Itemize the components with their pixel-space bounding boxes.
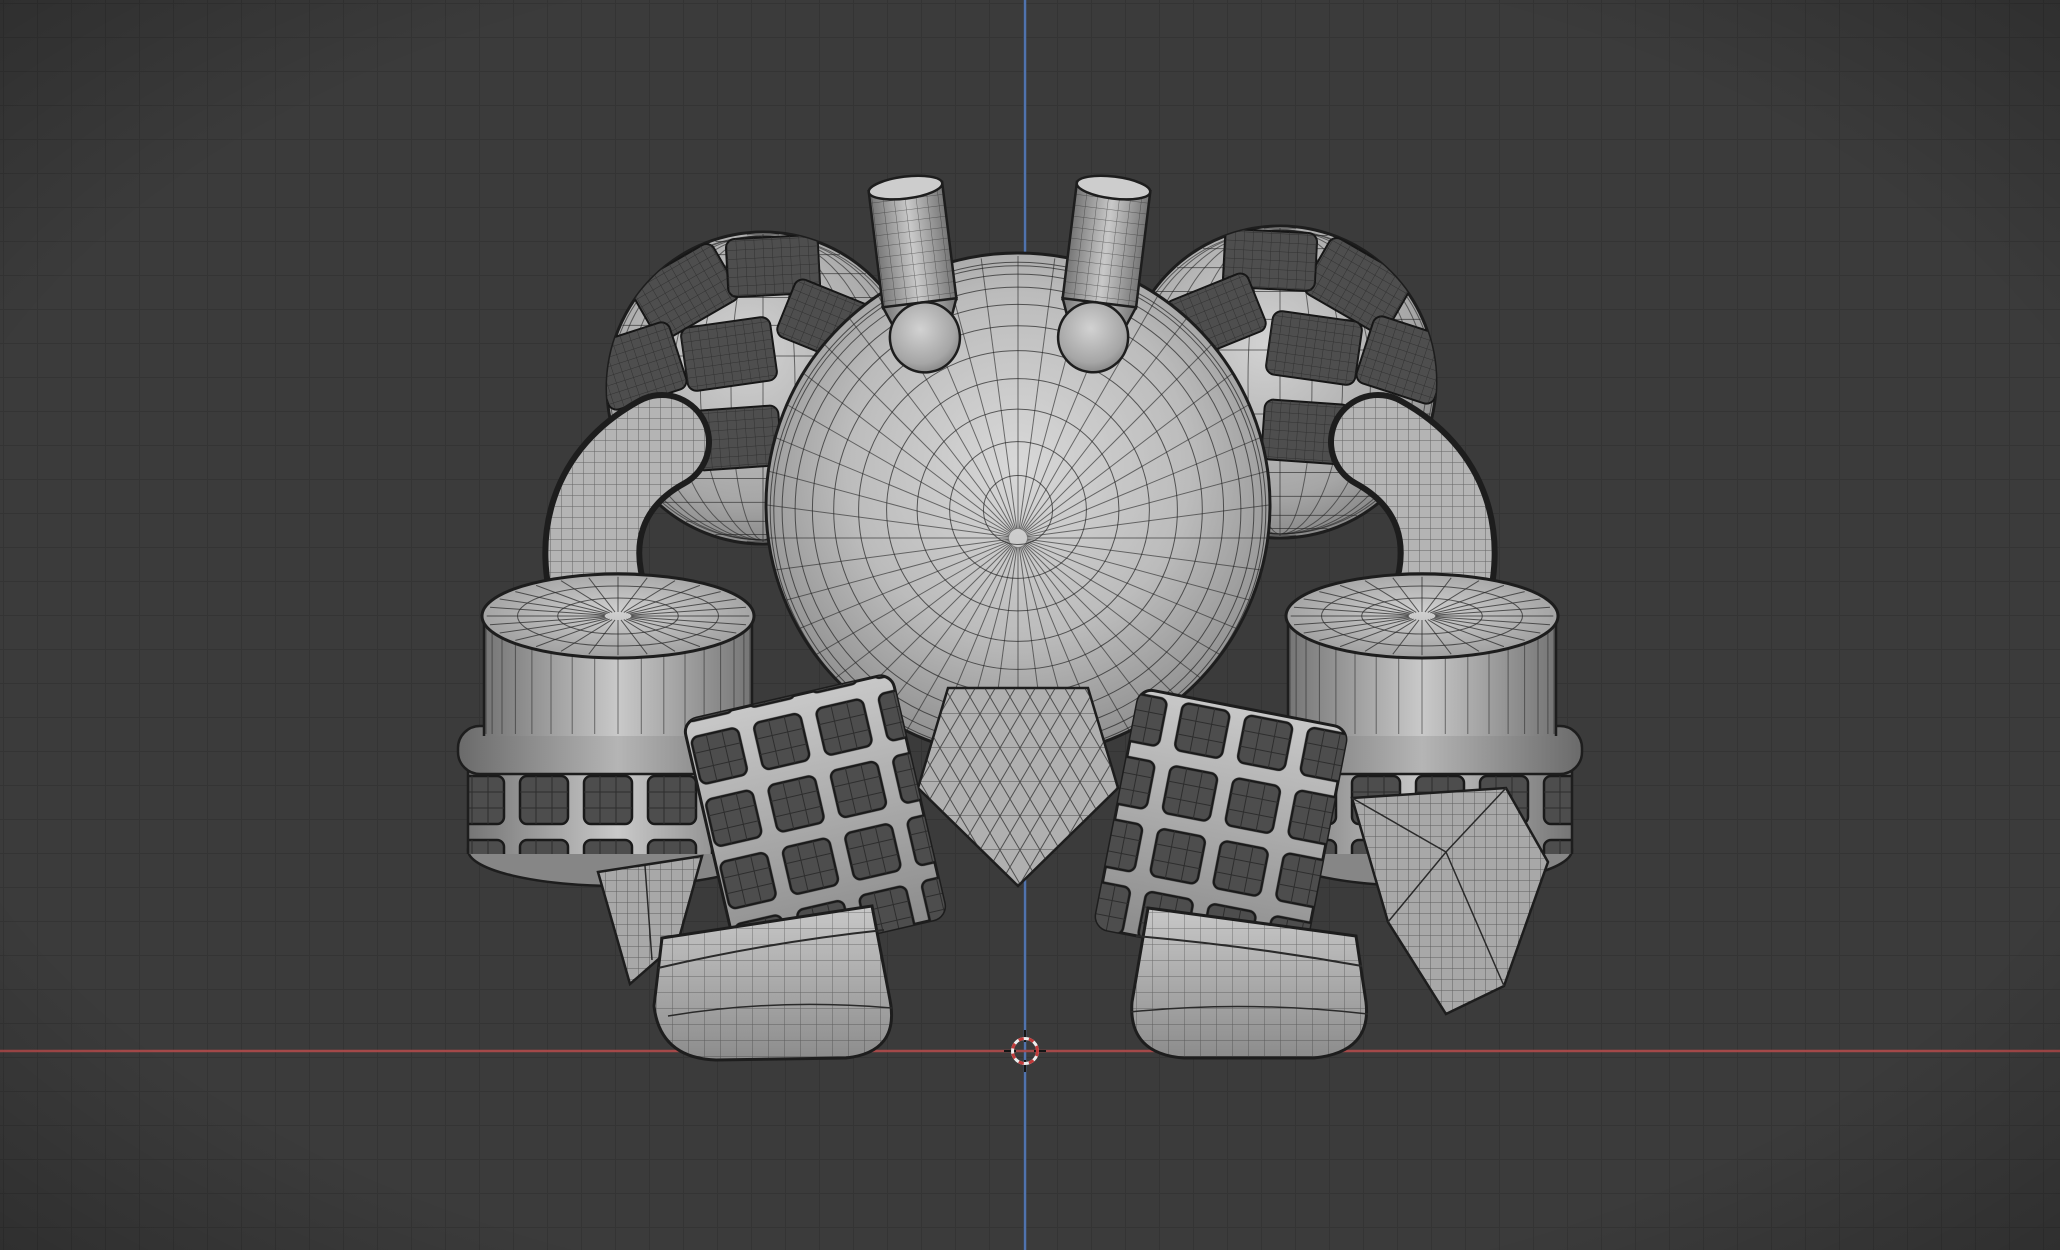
boot-right	[1129, 906, 1369, 1060]
3d-viewport[interactable]	[0, 0, 2060, 1250]
scene-canvas[interactable]	[0, 0, 2060, 1250]
hand-right	[1350, 786, 1550, 1016]
pelvis-wedge	[916, 686, 1120, 888]
model-robot[interactable]	[456, 172, 1584, 1062]
boot-left	[652, 904, 893, 1062]
